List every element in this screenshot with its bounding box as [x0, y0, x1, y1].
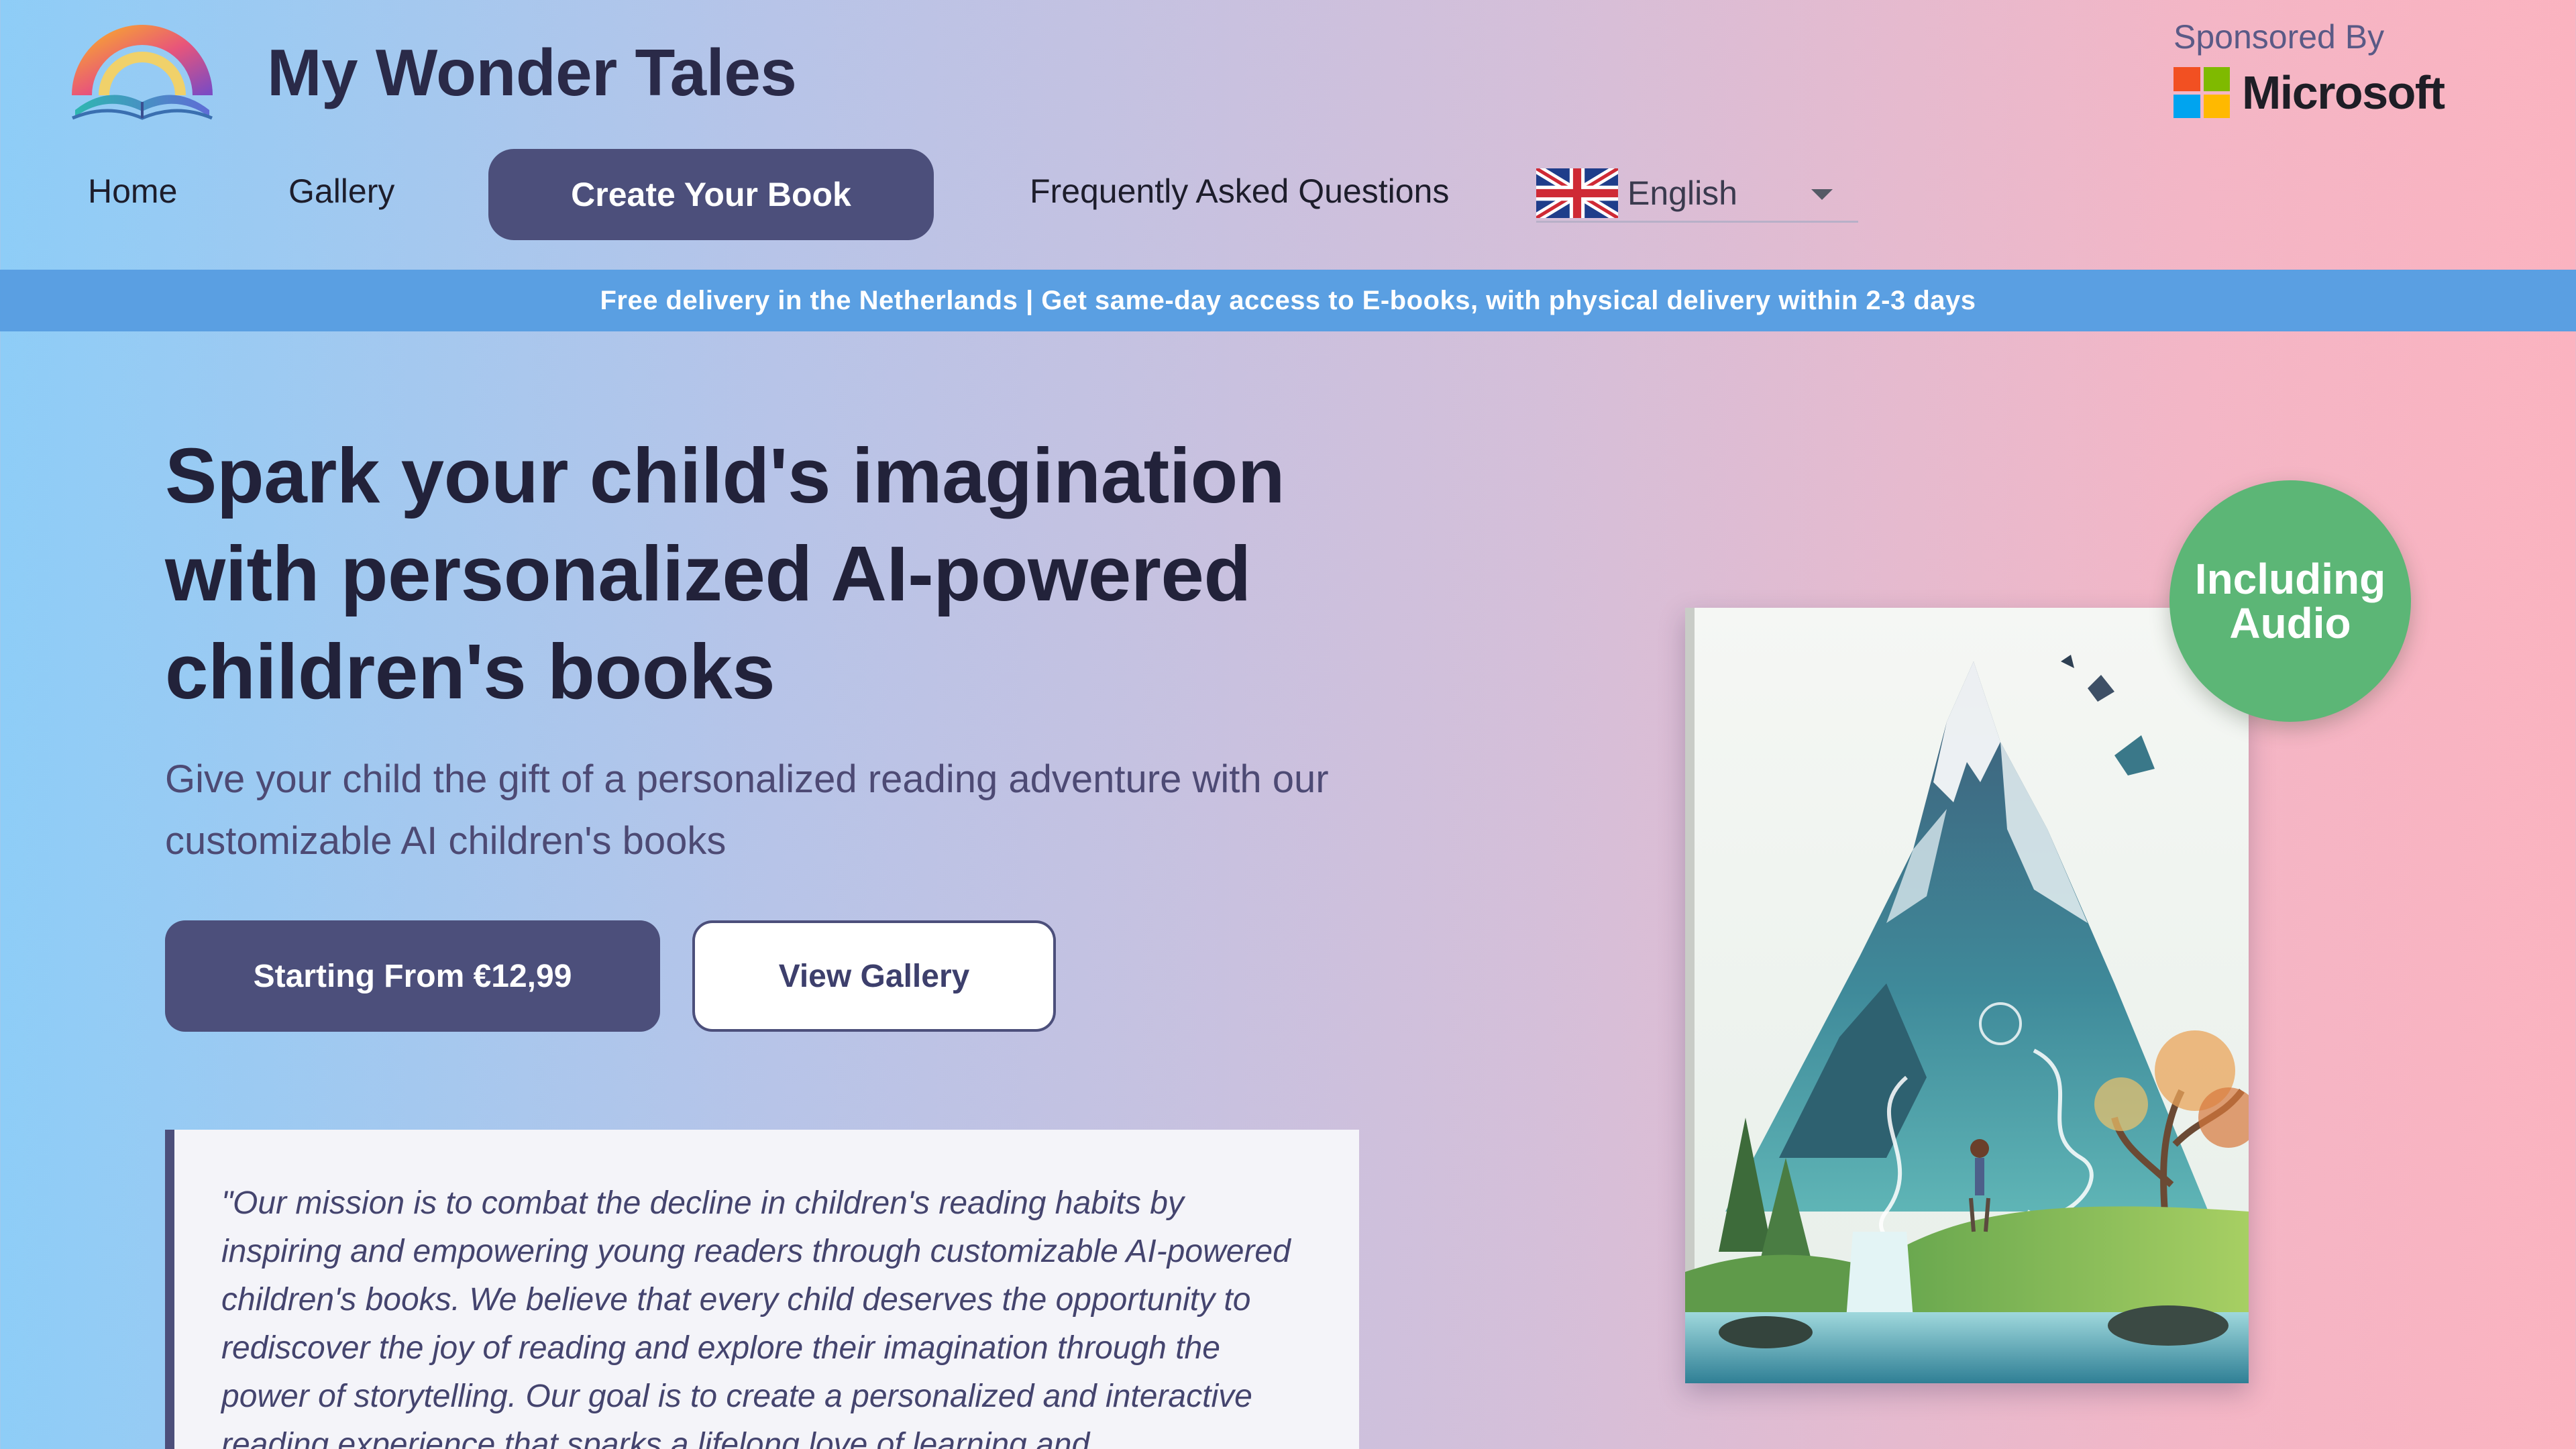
sponsor-label: Sponsored By — [2174, 18, 2385, 56]
microsoft-logo[interactable]: Microsoft — [2174, 66, 2445, 119]
starting-price-button[interactable]: Starting From €12,99 — [165, 920, 660, 1032]
language-label: English — [1627, 174, 1737, 212]
mission-quote: "Our mission is to combat the decline in… — [221, 1185, 1291, 1449]
hero-title: Spark your child's imagination with pers… — [165, 432, 1285, 715]
microsoft-icon — [2174, 67, 2230, 118]
chevron-down-icon — [1811, 189, 1833, 200]
delivery-banner: Free delivery in the Netherlands | Get s… — [0, 270, 2576, 331]
nav-home-link[interactable]: Home — [88, 172, 177, 211]
nav-faq-link[interactable]: Frequently Asked Questions — [1030, 172, 1449, 211]
sponsor-name: Microsoft — [2242, 66, 2445, 119]
including-audio-badge: Including Audio — [2169, 480, 2411, 722]
sponsor-block: Sponsored By Microsoft — [2174, 17, 2445, 119]
logo-icon[interactable] — [67, 23, 218, 125]
view-gallery-button[interactable]: View Gallery — [692, 920, 1056, 1032]
nav-gallery-link[interactable]: Gallery — [288, 172, 394, 211]
create-your-book-button[interactable]: Create Your Book — [488, 149, 934, 240]
book-cover-image — [1685, 608, 2249, 1383]
language-select[interactable]: English — [1534, 164, 1858, 223]
uk-flag-icon — [1534, 164, 1621, 222]
mission-quote-box: "Our mission is to combat the decline in… — [165, 1130, 1359, 1449]
hero-subtitle: Give your child the gift of a personaliz… — [165, 757, 1329, 863]
brand-name[interactable]: My Wonder Tales — [267, 35, 797, 111]
